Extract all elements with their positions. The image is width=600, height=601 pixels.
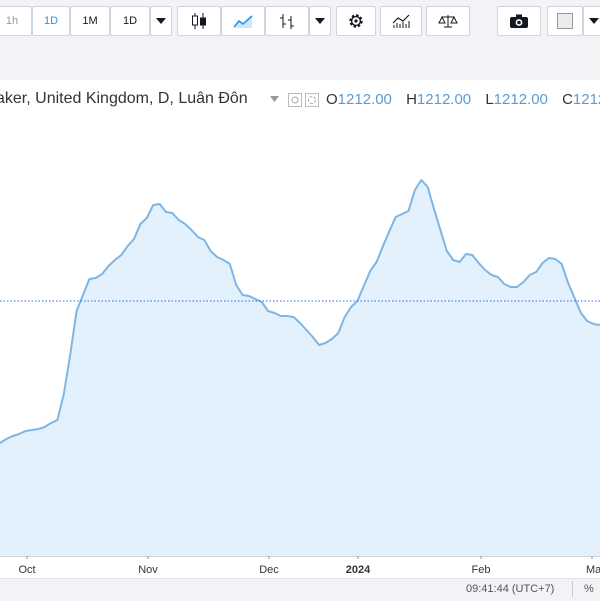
low-label: L bbox=[485, 91, 494, 108]
interval-1d-button[interactable]: 1D bbox=[32, 6, 70, 36]
interval-1h-button[interactable]: 1h bbox=[0, 6, 32, 36]
scales-icon bbox=[438, 15, 458, 28]
price-chart[interactable]: Oct Nov Dec 2024 Feb Ma bbox=[0, 118, 600, 578]
indicators-button[interactable] bbox=[380, 6, 422, 36]
color-picker-button[interactable] bbox=[547, 6, 583, 36]
candlestick-icon bbox=[192, 13, 206, 29]
area-fill bbox=[0, 180, 600, 556]
close-label: C bbox=[562, 91, 573, 108]
x-tick-label: Nov bbox=[138, 564, 158, 576]
chevron-down-icon bbox=[315, 18, 325, 24]
chevron-down-icon bbox=[589, 18, 599, 24]
x-tick-label: 2024 bbox=[346, 564, 371, 576]
ohlc-bars-icon bbox=[280, 14, 294, 29]
area-chart-button[interactable] bbox=[221, 6, 265, 36]
candles-chart-button[interactable] bbox=[177, 6, 221, 36]
camera-icon bbox=[510, 14, 528, 28]
color-swatch-icon bbox=[557, 13, 573, 29]
interval-select-button[interactable]: 1D bbox=[110, 6, 150, 36]
chart-type-dropdown-button[interactable] bbox=[309, 6, 331, 36]
close-value: 1212.0 bbox=[572, 91, 600, 108]
settings-button[interactable] bbox=[336, 6, 376, 36]
chevron-down-icon bbox=[156, 18, 166, 24]
interval-1m-button[interactable]: 1M bbox=[70, 6, 110, 36]
x-tick-label: Oct bbox=[18, 564, 35, 576]
x-tick-label: Ma bbox=[586, 564, 600, 576]
low-value: 1212.00 bbox=[493, 91, 548, 108]
symbol-title[interactable]: aker, United Kingdom, D, Luân Đôn bbox=[0, 90, 248, 108]
status-bar: 09:41:44 (UTC+7) % bbox=[0, 578, 600, 601]
interval-dropdown-button[interactable] bbox=[150, 6, 172, 36]
percent-scale-toggle[interactable]: % bbox=[584, 583, 594, 595]
compare-button[interactable] bbox=[426, 6, 470, 36]
high-value: 1212.00 bbox=[416, 91, 472, 108]
gear-icon bbox=[349, 14, 363, 28]
ohlc-values: O1212.00 H1212.00 L1212.00 C1212.0 bbox=[326, 91, 600, 108]
open-value: 1212.00 bbox=[337, 91, 392, 108]
area-chart-icon bbox=[233, 15, 253, 28]
indicators-icon bbox=[392, 14, 410, 28]
color-dropdown-button[interactable] bbox=[583, 6, 600, 36]
symbol-caret-icon[interactable] bbox=[270, 96, 279, 102]
snapshot-button[interactable] bbox=[497, 6, 541, 36]
series-legend: aker, United Kingdom, D, Luân Đôn O1212.… bbox=[0, 80, 600, 118]
clock-readout: 09:41:44 (UTC+7) bbox=[466, 583, 555, 595]
x-tick-label: Dec bbox=[259, 564, 279, 576]
high-label: H bbox=[406, 91, 417, 108]
bars-chart-button[interactable] bbox=[265, 6, 309, 36]
status-divider bbox=[572, 581, 573, 597]
legend-controls-icon[interactable] bbox=[288, 93, 320, 107]
toolbar-spacer bbox=[0, 44, 600, 80]
open-label: O bbox=[326, 91, 338, 108]
x-tick-label: Feb bbox=[472, 564, 491, 576]
chart-toolbar: 1h 1D 1M 1D bbox=[0, 0, 600, 45]
